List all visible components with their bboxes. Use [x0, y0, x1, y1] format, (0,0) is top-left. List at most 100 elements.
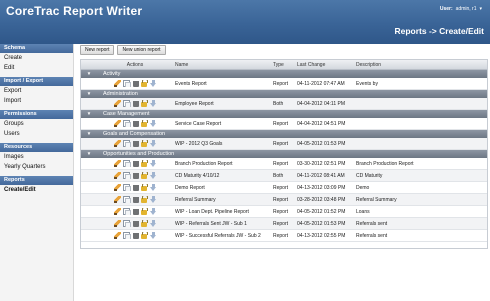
- trash-icon[interactable]: [132, 141, 139, 147]
- collapse-triangle-icon[interactable]: ▼: [81, 110, 97, 118]
- table-row[interactable]: Employee Report Both 04-04-2012 04:11 PM: [81, 98, 487, 110]
- group-row[interactable]: ▼ Goals and Compensation: [81, 130, 487, 138]
- report-name-cell[interactable]: WIP - Loan Dept. Pipeline Report: [173, 209, 271, 215]
- download-arrow-icon[interactable]: [149, 172, 157, 179]
- trash-icon[interactable]: [132, 121, 139, 127]
- table-row[interactable]: Branch Production Report Report 03-30-2012…: [81, 158, 487, 170]
- trash-icon[interactable]: [132, 173, 139, 179]
- trash-icon[interactable]: [132, 185, 139, 191]
- lock-icon[interactable]: [141, 80, 148, 87]
- download-arrow-icon[interactable]: [149, 160, 157, 167]
- download-arrow-icon[interactable]: [149, 184, 157, 191]
- collapse-triangle-icon[interactable]: ▼: [81, 150, 97, 158]
- report-name-cell[interactable]: CD Maturity 4/10/12: [173, 173, 271, 179]
- group-row[interactable]: ▼ Opportunities and Production: [81, 150, 487, 158]
- sidebar-item-groups[interactable]: Groups: [0, 119, 73, 129]
- sidebar-item-images[interactable]: Images: [0, 152, 73, 162]
- trash-icon[interactable]: [132, 233, 139, 239]
- pencil-edit-icon[interactable]: [113, 232, 121, 239]
- lock-icon[interactable]: [141, 172, 148, 179]
- download-arrow-icon[interactable]: [149, 140, 157, 147]
- report-name-cell[interactable]: Branch Production Report: [173, 161, 271, 167]
- lock-icon[interactable]: [141, 140, 148, 147]
- pencil-edit-icon[interactable]: [113, 160, 121, 167]
- pencil-edit-icon[interactable]: [113, 220, 121, 227]
- report-name-cell[interactable]: WIP - Successful Referrals JW - Sub 2: [173, 233, 271, 239]
- sidebar-item-import[interactable]: Import: [0, 96, 73, 106]
- copy-icon[interactable]: [123, 160, 131, 167]
- trash-icon[interactable]: [132, 81, 139, 87]
- sidebar-item-edit[interactable]: Edit: [0, 63, 73, 73]
- pencil-edit-icon[interactable]: [113, 184, 121, 191]
- trash-icon[interactable]: [132, 101, 139, 107]
- copy-icon[interactable]: [123, 232, 131, 239]
- description-column-header[interactable]: Description: [354, 60, 487, 69]
- group-row[interactable]: ▼ Administration: [81, 90, 487, 98]
- collapse-triangle-icon[interactable]: ▼: [81, 70, 97, 78]
- table-row[interactable]: WIP - 2012 Q3 Goals Report 04-05-2012 01:5…: [81, 138, 487, 150]
- user-menu[interactable]: User: admin, r1 ▾: [440, 6, 482, 12]
- lock-icon[interactable]: [141, 208, 148, 215]
- group-row[interactable]: ▼ Activity: [81, 70, 487, 78]
- copy-icon[interactable]: [123, 220, 131, 227]
- lock-icon[interactable]: [141, 196, 148, 203]
- lock-icon[interactable]: [141, 184, 148, 191]
- report-name-cell[interactable]: Employee Report: [173, 101, 271, 107]
- download-arrow-icon[interactable]: [149, 208, 157, 215]
- table-row[interactable]: Referral Summary Report 03-28-2012 03:48 P…: [81, 194, 487, 206]
- name-column-header[interactable]: Name: [173, 60, 271, 69]
- sidebar-item-users[interactable]: Users: [0, 129, 73, 139]
- last-change-column-header[interactable]: Last Change: [295, 60, 354, 69]
- report-name-cell[interactable]: WIP - 2012 Q3 Goals: [173, 141, 271, 147]
- report-name-cell[interactable]: Demo Report: [173, 185, 271, 191]
- lock-icon[interactable]: [141, 120, 148, 127]
- copy-icon[interactable]: [123, 140, 131, 147]
- copy-icon[interactable]: [123, 172, 131, 179]
- copy-icon[interactable]: [123, 100, 131, 107]
- lock-icon[interactable]: [141, 100, 148, 107]
- table-row[interactable]: Service Case Report Report 04-04-2012 04:5…: [81, 118, 487, 130]
- trash-icon[interactable]: [132, 161, 139, 167]
- collapse-triangle-icon[interactable]: ▼: [81, 130, 97, 138]
- copy-icon[interactable]: [123, 184, 131, 191]
- download-arrow-icon[interactable]: [149, 100, 157, 107]
- actions-column-header[interactable]: Actions: [97, 60, 173, 69]
- copy-icon[interactable]: [123, 196, 131, 203]
- sidebar-item-export[interactable]: Export: [0, 86, 73, 96]
- pencil-edit-icon[interactable]: [113, 80, 121, 87]
- group-row[interactable]: ▼ Case Management: [81, 110, 487, 118]
- new-report-button[interactable]: New report: [80, 45, 115, 55]
- pencil-edit-icon[interactable]: [113, 140, 121, 147]
- download-arrow-icon[interactable]: [149, 120, 157, 127]
- trash-icon[interactable]: [132, 209, 139, 215]
- sidebar-item-create-edit[interactable]: Create/Edit: [0, 185, 73, 195]
- chevron-down-icon[interactable]: ▾: [479, 6, 482, 12]
- table-row[interactable]: Events Report Report 04-11-2012 07:47 AM Ev…: [81, 78, 487, 90]
- copy-icon[interactable]: [123, 120, 131, 127]
- report-name-cell[interactable]: Service Case Report: [173, 121, 271, 127]
- pencil-edit-icon[interactable]: [113, 196, 121, 203]
- lock-icon[interactable]: [141, 160, 148, 167]
- copy-icon[interactable]: [123, 80, 131, 87]
- type-column-header[interactable]: Type: [271, 60, 295, 69]
- new-union-report-button[interactable]: New union report: [117, 45, 166, 55]
- sidebar-item-yearly-quarters[interactable]: Yearly Quarters: [0, 162, 73, 172]
- report-name-cell[interactable]: Events Report: [173, 81, 271, 87]
- trash-icon[interactable]: [132, 197, 139, 203]
- pencil-edit-icon[interactable]: [113, 208, 121, 215]
- copy-icon[interactable]: [123, 208, 131, 215]
- pencil-edit-icon[interactable]: [113, 100, 121, 107]
- trash-icon[interactable]: [132, 221, 139, 227]
- table-row[interactable]: WIP - Successful Referrals JW - Sub 2 Rep…: [81, 230, 487, 242]
- table-row[interactable]: Demo Report Report 04-13-2012 03:09 PM Demo: [81, 182, 487, 194]
- sidebar-item-create[interactable]: Create: [0, 53, 73, 63]
- pencil-edit-icon[interactable]: [113, 172, 121, 179]
- table-row[interactable]: WIP - Loan Dept. Pipeline Report Report 04…: [81, 206, 487, 218]
- lock-icon[interactable]: [141, 220, 148, 227]
- report-name-cell[interactable]: WIP - Referrals Sent JW - Sub 1: [173, 221, 271, 227]
- download-arrow-icon[interactable]: [149, 196, 157, 203]
- download-arrow-icon[interactable]: [149, 232, 157, 239]
- download-arrow-icon[interactable]: [149, 220, 157, 227]
- download-arrow-icon[interactable]: [149, 80, 157, 87]
- report-name-cell[interactable]: Referral Summary: [173, 197, 271, 203]
